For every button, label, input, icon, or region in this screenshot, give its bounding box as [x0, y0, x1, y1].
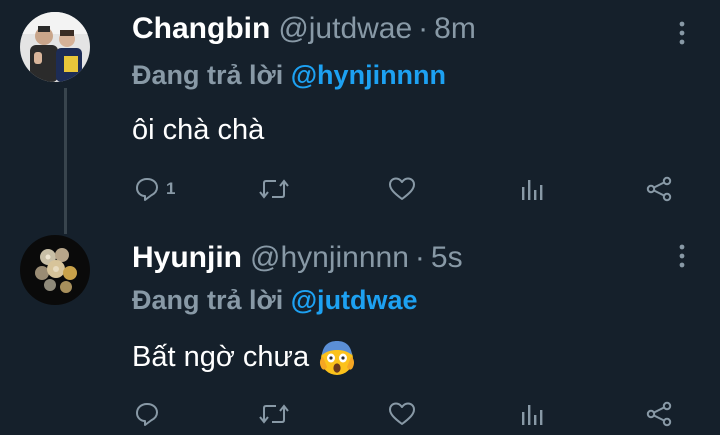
share-button[interactable]: [645, 172, 673, 206]
face-screaming-in-fear-emoji-icon: [320, 341, 355, 375]
reply-icon: [136, 403, 158, 426]
reply-icon: [136, 178, 158, 201]
tweet-text: Bất ngờ chưa: [132, 337, 357, 377]
analytics-icon: [522, 405, 543, 425]
tweet-text-content: Bất ngờ chưa: [132, 340, 310, 373]
tweet-header: Changbin @jutdwae · 8m: [132, 12, 476, 46]
share-icon: [646, 401, 672, 427]
like-button[interactable]: [388, 172, 416, 206]
more-options-icon[interactable]: [677, 20, 687, 46]
share-icon: [646, 176, 672, 202]
share-button[interactable]: [645, 397, 673, 431]
tweet-header: Hyunjin @hynjinnnn · 5s: [132, 241, 463, 275]
separator: ·: [418, 12, 429, 45]
tweet-actions: [0, 397, 720, 431]
replying-to: Đang trả lời @jutdwae: [132, 285, 418, 316]
retweet-icon: [259, 404, 289, 424]
retweet-button[interactable]: [258, 397, 290, 431]
reply-count: 1: [166, 179, 176, 198]
replying-to-label: Đang trả lời: [132, 60, 284, 90]
timestamp[interactable]: 8m: [434, 12, 476, 46]
replying-to: Đang trả lời @hynjinnnn: [132, 60, 446, 91]
reply-button[interactable]: [134, 397, 166, 431]
tweet-text: ôi chà chà: [132, 114, 264, 147]
analytics-button[interactable]: [520, 397, 544, 431]
tweet-actions: 1: [0, 172, 720, 206]
retweet-button[interactable]: [258, 172, 290, 206]
tweet-text-content: ôi chà chà: [132, 114, 265, 146]
retweet-icon: [259, 179, 289, 199]
separator: ·: [414, 241, 425, 274]
user-handle[interactable]: @jutdwae: [278, 12, 412, 46]
like-icon: [389, 177, 415, 200]
like-button[interactable]: [388, 397, 416, 431]
mention-link[interactable]: @hynjinnnn: [291, 60, 446, 90]
analytics-button[interactable]: [520, 172, 544, 206]
display-name[interactable]: Hyunjin: [132, 241, 242, 275]
avatar[interactable]: [20, 12, 90, 82]
thread-connector-line: [64, 88, 67, 234]
more-options-icon[interactable]: [677, 243, 687, 269]
avatar-photo: [20, 12, 90, 82]
user-handle[interactable]: @hynjinnnn: [250, 241, 409, 275]
analytics-icon: [522, 180, 543, 200]
mention-link[interactable]: @jutdwae: [291, 285, 418, 315]
replying-to-label: Đang trả lời: [132, 285, 284, 315]
like-icon: [389, 402, 415, 425]
timestamp[interactable]: 5s: [431, 241, 463, 275]
avatar-photo: [20, 235, 90, 305]
display-name[interactable]: Changbin: [132, 12, 270, 46]
reply-button[interactable]: 1: [134, 172, 175, 206]
avatar[interactable]: [20, 235, 90, 305]
